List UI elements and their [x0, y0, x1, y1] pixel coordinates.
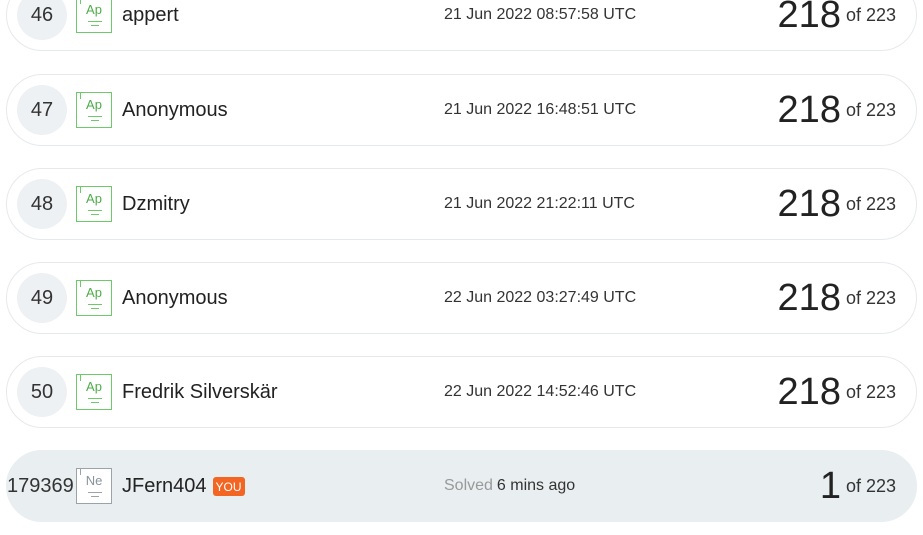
- leaderboard-row[interactable]: 49 Ap Anonymous 22 Jun 2022 03:27:49 UTC…: [6, 262, 917, 334]
- level-badge-icon: Ap: [76, 374, 112, 410]
- player-name[interactable]: Anonymous: [122, 263, 228, 333]
- level-symbol: Ap: [86, 379, 102, 394]
- level-symbol: Ap: [86, 97, 102, 112]
- player-name[interactable]: Dzmitry: [122, 169, 190, 239]
- score-value: 218: [777, 370, 841, 413]
- score: 218 of 223: [778, 263, 896, 333]
- score-value: 218: [777, 182, 841, 225]
- solved-time: 6 mins ago: [496, 477, 576, 494]
- score-total: of 223: [845, 193, 896, 214]
- player-name[interactable]: Anonymous: [122, 75, 228, 145]
- level-badge-icon: Ne: [76, 468, 112, 504]
- rank-number: 50: [17, 367, 67, 417]
- solve-time: 22 Jun 2022 03:27:49 UTC: [444, 289, 637, 306]
- player-name[interactable]: JFern404: [122, 475, 207, 498]
- score: 218 of 223: [778, 75, 896, 145]
- score-total: of 223: [845, 287, 896, 308]
- rank-number: 46: [17, 0, 67, 40]
- level-symbol: Ap: [86, 191, 102, 206]
- you-badge: YOU: [212, 476, 245, 496]
- score: 218 of 223: [778, 357, 896, 427]
- solve-time: 21 Jun 2022 21:22:11 UTC: [444, 195, 635, 212]
- leaderboard-row[interactable]: 48 Ap Dzmitry 21 Jun 2022 21:22:11 UTC 2…: [6, 168, 917, 240]
- leaderboard-row[interactable]: 50 Ap Fredrik Silverskär 22 Jun 2022 14:…: [6, 356, 917, 428]
- score-value: 218: [777, 88, 841, 131]
- level-badge-icon: Ap: [76, 186, 112, 222]
- level-badge-icon: Ap: [76, 92, 112, 128]
- score-total: of 223: [845, 99, 896, 120]
- score-value: 1: [819, 464, 841, 507]
- score-value: 218: [777, 0, 841, 36]
- solve-status: Solved 6 mins ago: [444, 451, 575, 521]
- level-symbol: Ap: [86, 285, 102, 300]
- rank-number: 49: [17, 273, 67, 323]
- leaderboard-row[interactable]: 47 Ap Anonymous 21 Jun 2022 16:48:51 UTC…: [6, 74, 917, 146]
- score: 218 of 223: [778, 0, 896, 50]
- player-name[interactable]: appert: [122, 0, 179, 50]
- solve-time: 21 Jun 2022 08:57:58 UTC: [444, 6, 637, 23]
- level-badge-icon: Ap: [76, 0, 112, 33]
- level-badge-icon: Ap: [76, 280, 112, 316]
- rank-number: 179369: [7, 474, 74, 497]
- leaderboard-row[interactable]: 46 Ap appert 21 Jun 2022 08:57:58 UTC 21…: [6, 0, 917, 51]
- score-value: 218: [777, 276, 841, 319]
- score: 1 of 223: [820, 451, 896, 521]
- score-total: of 223: [845, 4, 896, 25]
- level-symbol: Ne: [85, 473, 103, 488]
- level-symbol: Ap: [86, 2, 102, 17]
- rank-number: 47: [17, 85, 67, 135]
- score-total: of 223: [845, 475, 896, 496]
- rank-number: 48: [17, 179, 67, 229]
- score: 218 of 223: [778, 169, 896, 239]
- player-name-current: JFern404 YOU: [122, 451, 245, 521]
- solve-time: 21 Jun 2022 16:48:51 UTC: [444, 101, 637, 118]
- solve-time: 22 Jun 2022 14:52:46 UTC: [444, 383, 637, 400]
- current-user-row[interactable]: 179369 Ne JFern404 YOU Solved 6 mins ago…: [6, 450, 917, 522]
- solved-label: Solved: [444, 477, 493, 494]
- player-name[interactable]: Fredrik Silverskär: [122, 357, 278, 427]
- score-total: of 223: [845, 381, 896, 402]
